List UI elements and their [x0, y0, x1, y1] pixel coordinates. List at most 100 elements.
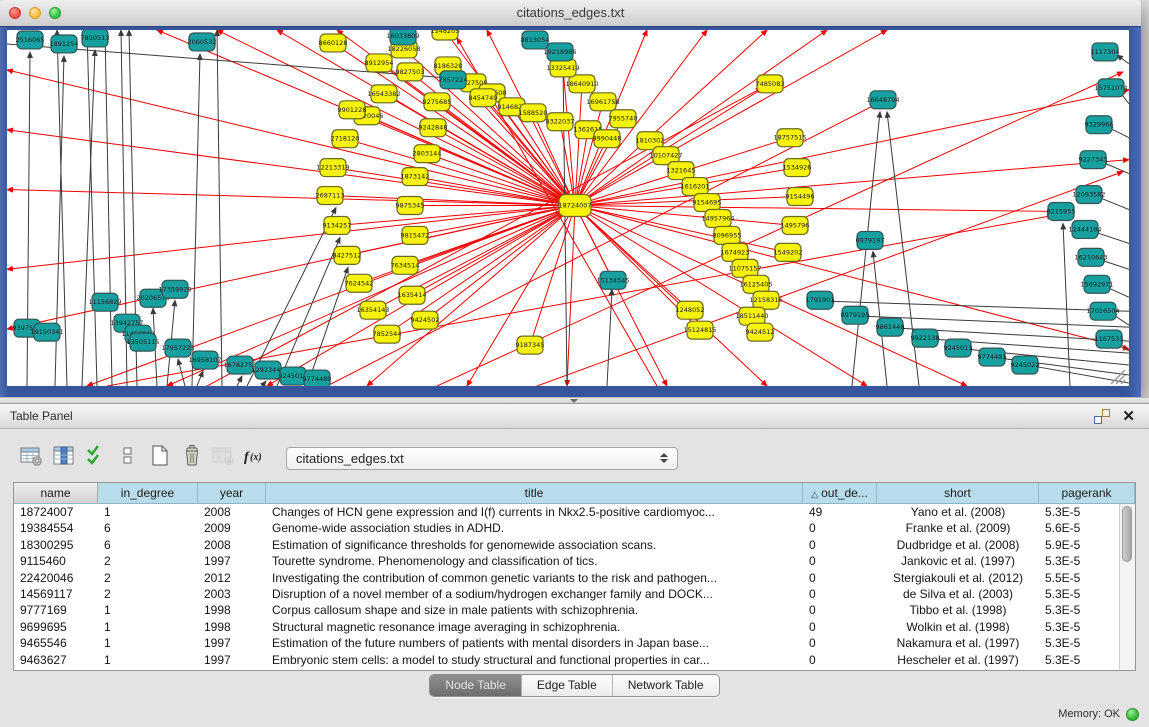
delete-table-button[interactable]	[208, 444, 240, 472]
graph-node[interactable]: 9245013	[944, 339, 973, 357]
resize-grip-icon[interactable]	[1111, 370, 1125, 384]
graph-node[interactable]: 7485083	[756, 75, 785, 93]
table-cell[interactable]: 0	[803, 570, 877, 586]
table-cell[interactable]: 2008	[198, 504, 266, 520]
show-columns-button[interactable]	[48, 444, 80, 472]
graph-node[interactable]: 8322037	[546, 113, 575, 131]
graph-node[interactable]: 1674923	[721, 243, 750, 261]
graph-edge[interactable]	[575, 102, 603, 206]
table-cell[interactable]: 1997	[198, 553, 266, 569]
graph-edge[interactable]	[197, 371, 203, 386]
graph-node[interactable]: 9774481	[978, 348, 1007, 366]
tab-network-table[interactable]: Network Table	[612, 675, 719, 696]
graph-node[interactable]: 18511440	[735, 307, 768, 325]
table-cell[interactable]: 9777169	[14, 602, 98, 618]
column-header-name[interactable]: name	[14, 483, 98, 503]
graph-node[interactable]: 9154695	[693, 194, 722, 212]
graph-edge[interactable]	[467, 206, 575, 386]
graph-edge[interactable]	[575, 206, 667, 386]
graph-node[interactable]: 7634514	[391, 256, 420, 274]
graph-node[interactable]: 18757515	[773, 129, 806, 147]
table-cell[interactable]: 9699695	[14, 619, 98, 635]
table-cell[interactable]: 1	[98, 652, 198, 668]
graph-node[interactable]: 7624542	[345, 274, 374, 292]
graph-edge[interactable]	[337, 206, 575, 226]
graph-node[interactable]: 9901228	[338, 101, 367, 119]
graph-node[interactable]: 1549202	[774, 243, 803, 261]
graph-node[interactable]: 1117304	[1091, 43, 1120, 61]
table-cell[interactable]: 1	[98, 602, 198, 618]
table-cell[interactable]: 1	[98, 635, 198, 651]
graph-node[interactable]: 9242848	[419, 119, 448, 137]
graph-node[interactable]: 9774480	[303, 370, 332, 386]
graph-node[interactable]: 12444194	[1068, 220, 1101, 238]
table-cell[interactable]: 0	[803, 537, 877, 553]
table-cell[interactable]: Stergiakouli et al. (2012)	[877, 570, 1039, 586]
graph-node[interactable]: 16648794	[866, 91, 899, 109]
column-header-year[interactable]: year	[198, 483, 266, 503]
graph-edge[interactable]	[192, 54, 200, 386]
graph-node[interactable]: 15751074	[1094, 79, 1127, 97]
graph-node[interactable]: 7857224	[439, 71, 468, 89]
graph-node[interactable]: 9922138	[911, 329, 940, 347]
graph-edge[interactable]	[575, 206, 795, 226]
graph-node[interactable]: 7852544	[373, 325, 402, 343]
table-cell[interactable]: 2	[98, 586, 198, 602]
tab-node-table[interactable]: Node Table	[430, 675, 521, 696]
graph-node[interactable]: 14957964	[701, 209, 734, 227]
graph-node[interactable]: 9245022	[1011, 356, 1040, 374]
graph-edge[interactable]	[575, 206, 788, 253]
table-cell[interactable]: 0	[803, 553, 877, 569]
graph-node[interactable]: 17359928	[158, 280, 191, 298]
table-cell[interactable]: Franke et al. (2009)	[877, 520, 1039, 536]
graph-node[interactable]: 2060532	[188, 33, 217, 51]
graph-node[interactable]: 15124815	[683, 321, 716, 339]
graph-node[interactable]: 9227343	[1079, 151, 1108, 169]
graph-node[interactable]: 7955740	[609, 110, 638, 128]
graph-node[interactable]: 13505115	[126, 333, 159, 351]
graph-node[interactable]: 1873142	[401, 168, 430, 186]
close-window-button[interactable]	[9, 7, 21, 19]
tab-edge-table[interactable]: Edge Table	[521, 675, 612, 696]
table-cell[interactable]: Hescheler et al. (1997)	[877, 652, 1039, 668]
table-cell[interactable]: 9465546	[14, 635, 98, 651]
graph-node[interactable]: 2803144	[413, 145, 442, 163]
table-cell[interactable]: 9463627	[14, 652, 98, 668]
graph-node[interactable]: 15134545	[596, 271, 629, 289]
graph-node[interactable]: 9154496	[786, 188, 815, 206]
table-cell[interactable]: 2003	[198, 586, 266, 602]
table-cell[interactable]: Dudbridge et al. (2008)	[877, 537, 1039, 553]
column-header-in_degree[interactable]: in_degree	[98, 483, 198, 503]
table-cell[interactable]: 22420046	[14, 570, 98, 586]
graph-node[interactable]: 9827503	[396, 63, 425, 81]
zoom-window-button[interactable]	[49, 7, 61, 19]
table-cell[interactable]: Yano et al. (2008)	[877, 504, 1039, 520]
table-row[interactable]: 1830029562008Estimation of significance …	[14, 537, 1135, 553]
graph-node[interactable]: 17016504	[1086, 302, 1119, 320]
table-cell[interactable]: 6	[98, 520, 198, 536]
graph-node[interactable]: 12213319	[316, 159, 349, 177]
graph-node[interactable]: 12093582	[1072, 186, 1105, 204]
graph-node[interactable]: 1616201	[681, 178, 710, 196]
graph-edge[interactable]	[262, 381, 266, 386]
table-row[interactable]: 1938455462009Genome-wide association stu…	[14, 520, 1135, 536]
table-cell[interactable]: Tourette syndrome. Phenomenology and cla…	[266, 553, 803, 569]
graph-node[interactable]: 16125405	[739, 275, 772, 293]
graph-node[interactable]: 8427512	[333, 246, 362, 264]
window-titlebar[interactable]: citations_edges.txt	[0, 0, 1141, 27]
table-row[interactable]: 969969511998Structural magnetic resonanc…	[14, 619, 1135, 635]
table-cell[interactable]: Corpus callosum shape and size in male p…	[266, 602, 803, 618]
graph-node[interactable]: 16961758	[586, 93, 619, 111]
delete-columns-button[interactable]	[176, 444, 208, 472]
graph-node[interactable]: 19218986	[543, 43, 576, 61]
table-cell[interactable]: 1997	[198, 635, 266, 651]
graph-node[interactable]: 9329966	[1085, 116, 1114, 134]
graph-edge[interactable]	[575, 206, 1129, 350]
graph-node[interactable]: 13325419	[546, 59, 579, 77]
table-cell[interactable]: Jankovic et al. (1997)	[877, 553, 1039, 569]
table-row[interactable]: 2242004622012Investigating the contribut…	[14, 570, 1135, 586]
graph-node[interactable]: 11075157	[728, 259, 761, 277]
graph-node[interactable]: 9424512	[746, 323, 775, 341]
column-header-pagerank[interactable]: pagerank	[1039, 483, 1135, 503]
table-cell[interactable]: 1	[98, 619, 198, 635]
